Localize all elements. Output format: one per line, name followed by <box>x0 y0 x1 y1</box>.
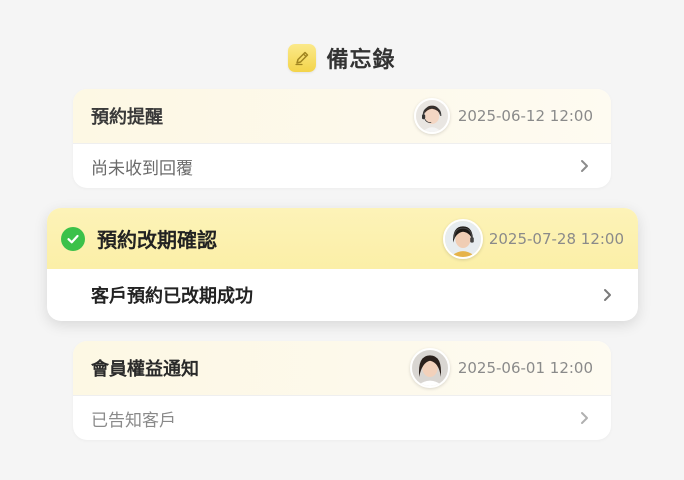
page-header: 備忘錄 <box>0 42 684 74</box>
memo-timestamp: 2025-06-01 12:00 <box>457 359 593 377</box>
memo-card-header: 預約提醒 2025-06-12 12:00 <box>73 89 611 143</box>
page-title: 備忘錄 <box>326 48 396 73</box>
memo-status-text: 已告知客戶 <box>91 410 176 431</box>
memo-card-body[interactable]: 尚未收到回覆 <box>73 143 611 188</box>
agent-headset-avatar <box>442 218 483 259</box>
memo-title: 預約改期確認 <box>97 228 217 252</box>
chevron-right-icon[interactable] <box>600 288 614 302</box>
memo-card-body[interactable]: 已告知客戶 <box>73 395 611 440</box>
chevron-right-icon[interactable] <box>577 411 591 425</box>
memo-card-header: 會員權益通知 2025-06-01 12:00 <box>73 341 611 395</box>
memo-title: 預約提醒 <box>91 107 163 128</box>
checkmark-icon <box>61 226 85 251</box>
chevron-right-icon[interactable] <box>577 159 591 173</box>
agent-avatar <box>409 348 450 388</box>
pencil-note-icon <box>288 44 317 72</box>
memo-card-body[interactable]: 客戶預約已改期成功 <box>47 269 638 321</box>
memo-timestamp: 2025-07-28 12:00 <box>488 229 624 248</box>
memo-card-highlighted[interactable]: 預約改期確認 2025-07-28 12:00 客戶預約已改期成功 <box>47 208 638 321</box>
agent-headset-avatar <box>413 98 450 134</box>
memo-card[interactable]: 預約提醒 2025-06-12 12:00 尚未收到回覆 <box>73 89 611 188</box>
memo-title: 會員權益通知 <box>91 359 199 380</box>
memo-card-header: 預約改期確認 2025-07-28 12:00 <box>47 208 638 269</box>
memo-timestamp: 2025-06-12 12:00 <box>457 107 593 125</box>
memo-card[interactable]: 會員權益通知 2025-06-01 12:00 已告知客戶 <box>73 341 611 440</box>
memo-status-text: 尚未收到回覆 <box>91 158 193 179</box>
memo-status-text: 客戶預約已改期成功 <box>91 286 253 307</box>
